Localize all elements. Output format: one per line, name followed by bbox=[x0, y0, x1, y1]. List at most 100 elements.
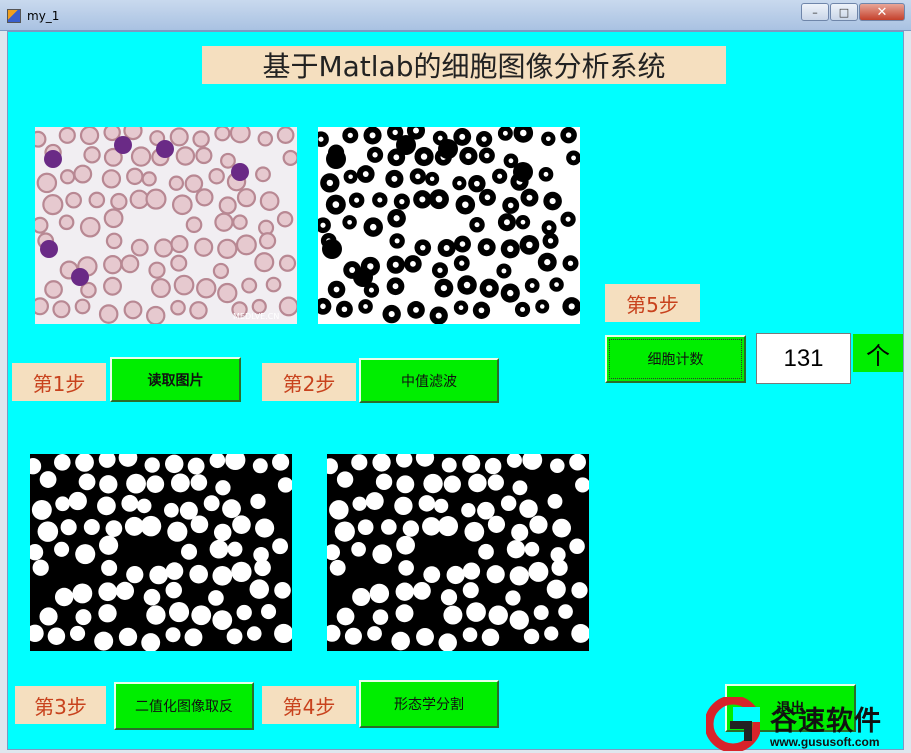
filtered-cell-hole bbox=[501, 268, 507, 274]
filtered-cell-hole bbox=[332, 201, 340, 208]
close-button[interactable]: ✕ bbox=[859, 3, 905, 21]
segmented-cell-blob bbox=[367, 626, 382, 641]
segmented-cell-blob bbox=[505, 590, 521, 606]
filtered-cell-hole bbox=[429, 176, 435, 182]
filtered-cell-hole bbox=[392, 283, 399, 290]
binary-cell-blob bbox=[246, 626, 262, 641]
binary-cell-blob bbox=[47, 627, 66, 645]
red-blood-cell bbox=[88, 191, 106, 209]
filtered-cell-hole bbox=[410, 260, 416, 267]
segmented-cell-blob bbox=[466, 602, 486, 622]
red-blood-cell bbox=[130, 146, 152, 167]
filtered-cell-hole bbox=[503, 219, 510, 226]
red-blood-cell bbox=[220, 152, 236, 169]
red-blood-cell bbox=[42, 194, 64, 216]
binary-cell-blob bbox=[75, 544, 96, 565]
read-image-button[interactable]: 读取图片 bbox=[110, 357, 241, 402]
red-blood-cell bbox=[212, 262, 230, 280]
filtered-cell-hole bbox=[372, 152, 378, 158]
filtered-cell-hole bbox=[420, 153, 428, 160]
segmented-cell-blob bbox=[533, 605, 549, 621]
red-blood-cell bbox=[44, 280, 63, 299]
segmented-cell-blob bbox=[462, 454, 481, 473]
segmented-cell-blob bbox=[416, 627, 434, 646]
binary-cell-blob bbox=[165, 627, 181, 643]
filtered-cell-hole bbox=[529, 283, 535, 288]
filtered-cell-hole bbox=[412, 127, 419, 134]
segmented-cell-blob bbox=[440, 589, 458, 606]
binary-cell-blob bbox=[126, 473, 146, 494]
binary-cell-blob bbox=[168, 601, 190, 623]
filtered-cell-hole bbox=[567, 260, 574, 266]
binary-cell-blob bbox=[227, 541, 243, 557]
maximize-button[interactable]: □ bbox=[830, 3, 858, 21]
segmented-cell-blob bbox=[524, 541, 540, 557]
red-blood-cell bbox=[58, 214, 75, 231]
segmented-cell-blob bbox=[351, 541, 366, 557]
figure-canvas: 基于Matlab的细胞图像分析系统 MEDLVE.CN 第1步 读取图片 第2步… bbox=[7, 31, 904, 750]
filtered-cell-hole bbox=[393, 154, 400, 161]
red-blood-cell bbox=[130, 238, 149, 257]
segmented-cell-blob bbox=[558, 604, 573, 619]
red-blood-cell bbox=[276, 127, 295, 144]
red-blood-cell bbox=[217, 282, 238, 304]
binary-cell-blob bbox=[189, 564, 208, 584]
segmented-cell-blob bbox=[512, 480, 528, 496]
filtered-cell-hole bbox=[348, 174, 353, 180]
binary-cell-blob bbox=[254, 559, 271, 577]
segmented-cell-blob bbox=[522, 454, 543, 470]
binarize-invert-button[interactable]: 二值化图像取反 bbox=[114, 682, 254, 730]
binary-cell-blob bbox=[215, 480, 231, 496]
red-blood-cell bbox=[278, 296, 297, 317]
binary-cell-blob bbox=[209, 454, 226, 469]
red-blood-cell bbox=[105, 232, 123, 250]
segmented-cell-blob bbox=[575, 477, 589, 493]
segmented-cell-blob bbox=[443, 475, 461, 493]
filtered-cell-hole bbox=[481, 136, 487, 142]
binary-cell-blob bbox=[231, 561, 252, 583]
binary-cell-blob bbox=[170, 473, 190, 493]
segmented-cell-blob bbox=[336, 471, 354, 488]
median-filter-button[interactable]: 中值滤波 bbox=[359, 358, 499, 403]
red-blood-cell bbox=[232, 214, 248, 230]
segmented-cell-blob bbox=[488, 605, 508, 625]
filtered-cell-hole bbox=[363, 304, 368, 309]
binary-cell-blob bbox=[225, 454, 246, 471]
morphology-segment-button[interactable]: 形态学分割 bbox=[359, 680, 499, 728]
cell-count-field[interactable]: 131 bbox=[756, 333, 851, 384]
binary-cell-blob bbox=[250, 493, 266, 509]
binary-cell-blob bbox=[54, 587, 74, 607]
binary-cell-blob bbox=[252, 458, 268, 474]
red-blood-cell bbox=[65, 191, 82, 209]
red-blood-cell bbox=[235, 234, 257, 256]
red-blood-cell bbox=[126, 167, 144, 186]
segmented-cell-blob bbox=[423, 566, 441, 584]
segmented-cell-blob bbox=[506, 454, 522, 468]
binary-cell-blob bbox=[31, 499, 52, 520]
binary-cell-blob bbox=[144, 457, 160, 473]
segmented-image bbox=[327, 454, 589, 651]
binary-cell-blob bbox=[98, 582, 118, 602]
filtered-cell-hole bbox=[547, 238, 554, 244]
segmented-cell-blob bbox=[529, 515, 548, 534]
binary-cell-blob bbox=[30, 458, 42, 475]
red-blood-cell bbox=[195, 146, 213, 165]
red-blood-cell bbox=[170, 254, 188, 272]
segmented-cell-blob bbox=[477, 501, 495, 520]
binary-cell-blob bbox=[105, 520, 123, 537]
minimize-button[interactable]: – bbox=[801, 3, 829, 21]
segmented-cell-blob bbox=[462, 627, 478, 643]
red-blood-cell bbox=[103, 208, 124, 229]
count-cells-button[interactable]: 细胞计数 bbox=[605, 335, 746, 383]
segmented-cell-blob bbox=[438, 633, 457, 651]
segmented-cell-blob bbox=[402, 520, 420, 537]
filtered-cell-hole bbox=[571, 155, 576, 161]
filtered-cell-hole bbox=[459, 260, 465, 266]
red-blood-cell bbox=[141, 171, 157, 187]
binary-cell-blob bbox=[54, 541, 70, 557]
segmented-cell-blob bbox=[569, 454, 586, 471]
binary-cell-blob bbox=[232, 515, 251, 534]
segmented-cell-blob bbox=[334, 521, 355, 542]
segmented-cell-blob bbox=[551, 559, 568, 576]
filtered-cell-hole bbox=[354, 197, 360, 203]
